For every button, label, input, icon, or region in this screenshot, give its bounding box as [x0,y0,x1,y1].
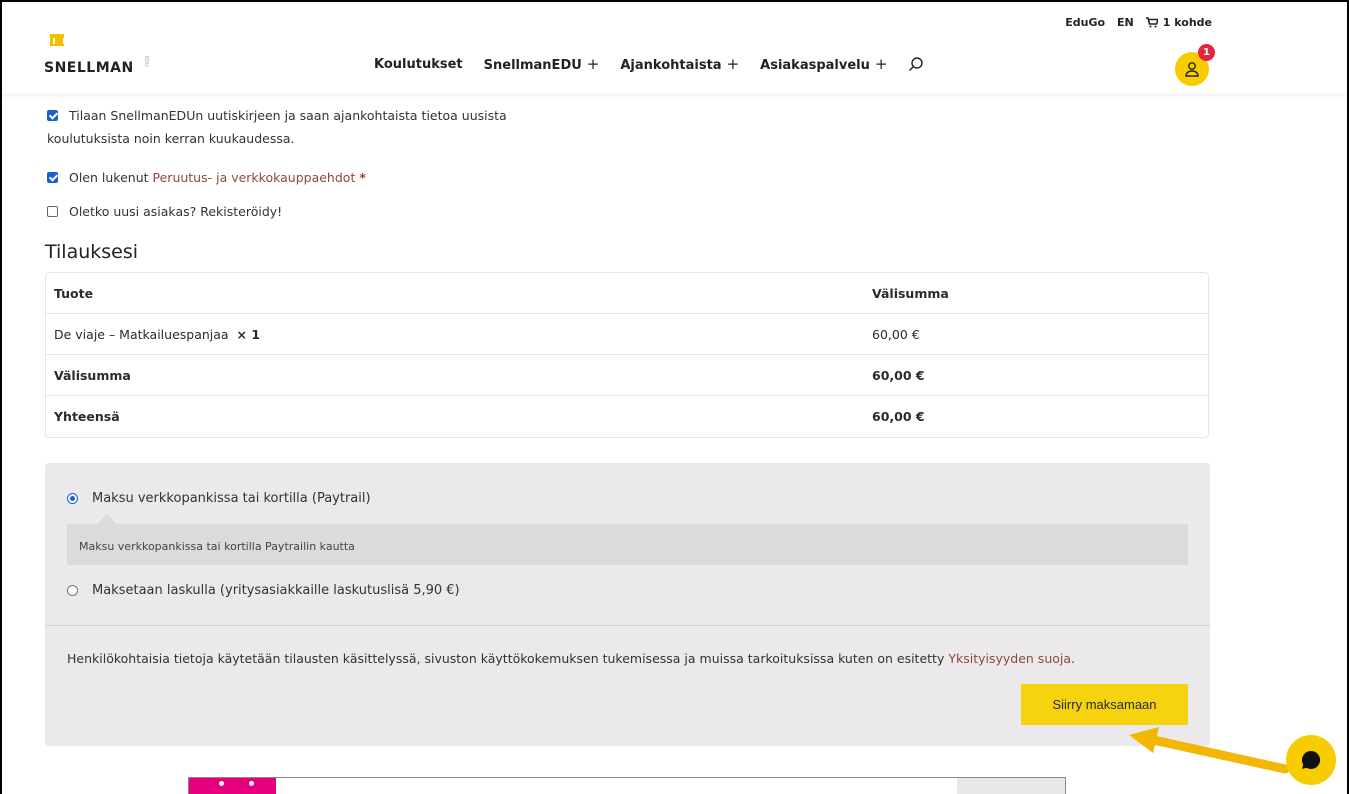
subtotal-label: Välisumma [54,367,131,383]
product-qty: × 1 [236,326,261,342]
register-checkbox-row[interactable]: Oletko uusi asiakas? Rekisteröidy! [47,204,282,219]
logo[interactable]: SNELLMAN [44,60,134,76]
required-marker: * [359,170,366,185]
newsletter-checkbox[interactable] [47,110,58,121]
total-value: 60,00 € [872,409,925,424]
header-product: Tuote [54,285,94,301]
terms-checkbox-row[interactable]: Olen lukenut Peruutus- ja verkkokauppaeh… [47,170,366,185]
plus-icon: + [726,55,740,73]
banner-pink-block [189,778,276,794]
divider [45,625,1210,626]
product-name: De viaje – Matkailuespanjaa [54,326,229,342]
terms-label: Olen lukenut [69,170,149,185]
banner-dot [249,781,254,786]
terms-checkbox[interactable] [47,172,58,183]
user-icon [1185,62,1199,77]
banner-dot [219,781,224,786]
invoice-label: Maksetaan laskulla (yritysasiakkaille la… [92,583,460,598]
subtotal-row: Välisumma 60,00 € [46,355,1208,396]
payment-section: Maksu verkkopankissa tai kortilla (Paytr… [45,463,1210,746]
nav-label: Asiakaspalvelu [760,58,870,73]
site-header: EduGo EN 1 kohde [2,2,1347,94]
logo-subtext: EDU [143,56,149,67]
plus-icon: + [586,55,600,73]
newsletter-label-line2: koulutuksista noin kerran kuukaudessa. [47,131,295,146]
nav-item-snellmanedu[interactable]: SnellmanEDU + [484,55,600,73]
paytrail-label: Maksu verkkopankissa tai kortilla (Paytr… [92,491,371,506]
nav-item-ajankohtaista[interactable]: Ajankohtaista + [620,55,739,73]
order-title: Tilauksesi [45,241,139,263]
subtotal-value: 60,00 € [872,367,925,383]
privacy-text: Henkilökohtaisia tietoja käytetään tilau… [67,651,945,666]
header-subtotal: Välisumma [872,285,949,301]
edugo-link[interactable]: EduGo [1065,16,1105,29]
language-switch[interactable]: EN [1117,16,1134,29]
chat-icon [1301,750,1321,769]
payment-option-invoice[interactable]: Maksetaan laskulla (yritysasiakkaille la… [67,583,460,598]
newsletter-label: Tilaan SnellmanEDUn uutiskirjeen ja saan… [69,108,507,123]
product-cell: De viaje – Matkailuespanjaa × 1 [46,327,872,342]
newsletter-checkbox-row[interactable]: Tilaan SnellmanEDUn uutiskirjeen ja saan… [47,108,507,123]
table-row: De viaje – Matkailuespanjaa × 1 60,00 € [46,314,1208,355]
product-price: 60,00 € [872,326,920,342]
chat-button[interactable] [1286,735,1336,785]
total-row: Yhteensä 60,00 € [46,396,1208,437]
payment-option-paytrail[interactable]: Maksu verkkopankissa tai kortilla (Paytr… [67,491,371,506]
register-checkbox[interactable] [47,206,58,217]
top-utility-bar: EduGo EN 1 kohde [1065,16,1212,29]
terms-link[interactable]: Peruutus- ja verkkokauppaehdot [153,170,356,185]
annotation-arrow-icon [1129,727,1290,774]
nav-item-asiakaspalvelu[interactable]: Asiakaspalvelu + [760,55,887,73]
invoice-radio[interactable] [67,585,78,596]
total-label: Yhteensä [54,409,120,424]
cart-link[interactable]: 1 kohde [1145,16,1212,29]
bottom-banner [188,777,1066,794]
nav-label: Koulutukset [374,56,463,72]
plus-icon: + [874,55,888,73]
order-table: Tuote Välisumma De viaje – Matkailuespan… [45,272,1209,438]
register-label: Oletko uusi asiakas? Rekisteröidy! [69,204,283,219]
banner-grey-block [957,778,1065,794]
paytrail-description: Maksu verkkopankissa tai kortilla Paytra… [67,514,1188,565]
main-nav: Koulutukset SnellmanEDU + Ajankohtaista + … [374,55,924,73]
account-badge: 1 [1198,44,1215,61]
nav-item-koulutukset[interactable]: Koulutukset [374,57,463,72]
privacy-notice: Henkilökohtaisia tietoja käytetään tilau… [67,651,1075,666]
privacy-end: . [1071,651,1076,666]
paytrail-radio[interactable] [67,493,78,504]
cart-count: 1 kohde [1162,16,1212,29]
cart-icon [1145,17,1158,28]
privacy-link[interactable]: Yksityisyyden suoja [948,651,1071,666]
table-header-row: Tuote Välisumma [46,273,1208,314]
logo-icon[interactable] [50,34,65,46]
nav-label: Ajankohtaista [620,58,722,73]
place-order-button[interactable]: Siirry maksamaan [1021,684,1188,725]
search-icon[interactable] [908,56,924,72]
nav-label: SnellmanEDU [483,58,582,73]
